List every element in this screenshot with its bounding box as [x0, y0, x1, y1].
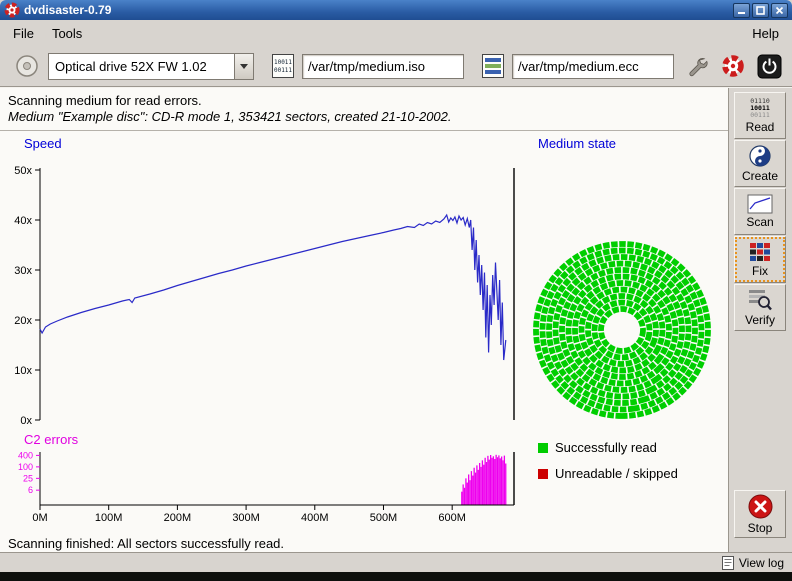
iso-icon-bits-1: 10011: [274, 59, 292, 66]
legend-label: Unreadable / skipped: [555, 466, 678, 481]
svg-text:600M: 600M: [438, 512, 466, 524]
quit-button[interactable]: [756, 53, 782, 79]
fix-icon: [748, 241, 772, 263]
svg-text:20x: 20x: [14, 315, 32, 327]
fix-button-label: Fix: [752, 264, 768, 278]
legend-unreadable: Unreadable / skipped: [538, 466, 678, 481]
read-button[interactable]: 01110 10011 00111 Read: [734, 92, 786, 139]
yin-yang-icon: [748, 144, 772, 168]
drive-icon: [14, 53, 40, 79]
minimize-button[interactable]: [733, 3, 750, 18]
svg-text:0x: 0x: [20, 415, 32, 427]
main-panel: Scanning medium for read errors. Medium …: [0, 88, 728, 552]
power-icon: [757, 54, 782, 79]
svg-text:10x: 10x: [14, 365, 32, 377]
bottom-bar: View log: [0, 552, 792, 572]
create-button-label: Create: [742, 169, 778, 183]
svg-text:50x: 50x: [14, 165, 32, 177]
scan-button[interactable]: Scan: [734, 188, 786, 235]
preferences-button[interactable]: [684, 53, 710, 79]
svg-text:0M: 0M: [32, 512, 47, 524]
legend-successfully-read: Successfully read: [538, 440, 657, 455]
svg-text:100: 100: [18, 462, 33, 472]
header-separator: [0, 130, 728, 131]
scan-button-label: Scan: [746, 215, 773, 229]
verify-button-label: Verify: [745, 313, 775, 327]
create-button[interactable]: Create: [734, 140, 786, 187]
verify-magnifier-icon: [747, 288, 773, 312]
drive-selector[interactable]: Optical drive 52X FW 1.02: [48, 53, 254, 80]
toolbar: Optical drive 52X FW 1.02 10011 00111: [0, 46, 792, 86]
read-icon: 01110 10011 00111: [750, 98, 770, 119]
svg-text:400: 400: [18, 450, 33, 460]
action-sidebar: 01110 10011 00111 Read Create Scan: [728, 88, 792, 552]
svg-text:400M: 400M: [301, 512, 329, 524]
lifebuoy-icon: [721, 54, 745, 78]
dvdisaster-logo-button[interactable]: [720, 53, 746, 79]
iso-icon-bits-2: 00111: [274, 67, 292, 74]
menu-file[interactable]: File: [4, 23, 43, 44]
menu-tools[interactable]: Tools: [43, 23, 91, 44]
svg-text:30x: 30x: [14, 265, 32, 277]
svg-text:200M: 200M: [164, 512, 192, 524]
menubar: File Tools Help: [0, 20, 792, 46]
svg-text:40x: 40x: [14, 215, 32, 227]
app-icon: [4, 2, 20, 18]
scan-result-status: Scanning finished: All sectors successfu…: [8, 536, 284, 551]
close-button[interactable]: [771, 3, 788, 18]
iso-file-icon: 10011 00111: [272, 54, 294, 78]
status-line-1: Scanning medium for read errors.: [8, 93, 202, 108]
svg-text:25: 25: [23, 473, 33, 483]
titlebar[interactable]: dvdisaster-0.79: [0, 0, 792, 20]
status-line-2: Medium "Example disc": CD-R mode 1, 3534…: [8, 109, 452, 124]
verify-button[interactable]: Verify: [734, 284, 786, 331]
desktop-strip: [0, 572, 792, 581]
read-button-label: Read: [746, 120, 775, 134]
iso-path-input[interactable]: [302, 54, 464, 79]
ecc-file-icon: [482, 54, 504, 78]
svg-text:500M: 500M: [370, 512, 398, 524]
svg-text:300M: 300M: [232, 512, 260, 524]
svg-text:6: 6: [28, 485, 33, 495]
red-swatch: [538, 469, 548, 479]
view-log-label: View log: [739, 556, 784, 570]
log-page-icon: [722, 556, 734, 570]
read-icon-bits-3: 00111: [750, 111, 770, 119]
menu-help[interactable]: Help: [743, 23, 788, 44]
chart-icon: [747, 194, 773, 214]
fix-button[interactable]: Fix: [734, 236, 786, 283]
window-title: dvdisaster-0.79: [24, 3, 111, 17]
app-window: dvdisaster-0.79 File Tools Help: [0, 0, 792, 581]
svg-text:100M: 100M: [95, 512, 123, 524]
green-swatch: [538, 443, 548, 453]
legend-label: Successfully read: [555, 440, 657, 455]
ecc-path-input[interactable]: [512, 54, 674, 79]
stop-button-label: Stop: [748, 521, 773, 535]
stop-button[interactable]: Stop: [734, 490, 786, 538]
view-log-button[interactable]: View log: [722, 556, 784, 570]
drive-selector-value: Optical drive 52X FW 1.02: [49, 59, 234, 74]
chevron-down-icon[interactable]: [234, 54, 253, 79]
stop-icon: [747, 493, 774, 520]
wrench-icon: [685, 54, 709, 78]
maximize-button[interactable]: [752, 3, 769, 18]
